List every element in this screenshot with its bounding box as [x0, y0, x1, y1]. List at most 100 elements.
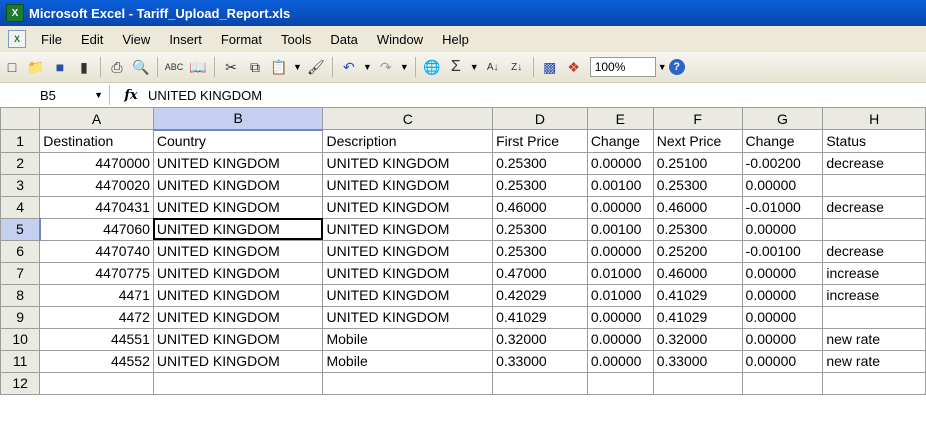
column-header-a[interactable]: A [39, 107, 154, 130]
cell[interactable] [822, 371, 926, 395]
cell[interactable]: 0.00000 [586, 239, 654, 263]
cell[interactable]: 4470775 [39, 261, 154, 285]
cell[interactable]: 44552 [39, 349, 154, 373]
chevron-down-icon[interactable]: ▼ [94, 90, 103, 100]
column-header-d[interactable]: D [492, 107, 588, 130]
select-all-corner[interactable] [0, 107, 41, 130]
menu-help[interactable]: Help [433, 32, 479, 47]
menu-insert[interactable]: Insert [160, 32, 212, 47]
paste-icon[interactable]: 📋 [268, 56, 290, 78]
research-icon[interactable]: 📖 [187, 56, 209, 78]
print-icon[interactable]: ⎙ [106, 56, 128, 78]
help-icon[interactable]: ? [668, 59, 685, 75]
cell[interactable]: UNITED KINGDOM [152, 261, 324, 285]
cell[interactable]: 0.41029 [652, 305, 743, 329]
cell[interactable]: 0.25300 [492, 239, 588, 263]
copy-icon[interactable]: ⧉ [244, 56, 266, 78]
menu-window[interactable]: Window [368, 32, 433, 47]
cell[interactable]: UNITED KINGDOM [322, 195, 494, 219]
cell[interactable]: UNITED KINGDOM [322, 239, 494, 263]
menu-view[interactable]: View [113, 32, 160, 47]
menu-file[interactable]: File [32, 32, 72, 47]
cell[interactable]: 0.33000 [652, 349, 743, 373]
cell[interactable]: increase [822, 283, 926, 307]
excel-app-icon[interactable]: X [6, 4, 24, 22]
cell[interactable]: Description [322, 129, 494, 153]
row-header[interactable]: 9 [0, 305, 41, 329]
row-header[interactable]: 11 [0, 349, 41, 373]
cell[interactable]: increase [822, 261, 926, 285]
cell[interactable]: UNITED KINGDOM [152, 349, 324, 373]
insert-function-icon[interactable]: fx [118, 88, 144, 103]
chevron-down-icon[interactable]: ▼ [470, 62, 479, 72]
save-icon[interactable]: ■ [49, 56, 71, 78]
cell[interactable]: decrease [822, 239, 926, 263]
autosum-icon[interactable]: Σ [445, 56, 467, 78]
row-header[interactable]: 4 [0, 195, 41, 219]
cell[interactable]: 0.00000 [586, 151, 654, 175]
cell[interactable]: 0.00000 [741, 173, 824, 197]
cell[interactable]: 0.25300 [652, 217, 743, 241]
menu-edit[interactable]: Edit [72, 32, 113, 47]
cell[interactable]: Destination [39, 129, 154, 153]
open-icon[interactable]: 📁 [25, 56, 47, 78]
format-painter-icon[interactable]: 🖌 [305, 56, 327, 78]
cell[interactable]: 4470000 [39, 151, 154, 175]
cell[interactable]: 0.00100 [586, 173, 654, 197]
row-header[interactable]: 1 [0, 129, 41, 153]
cell[interactable]: 0.00000 [741, 305, 824, 329]
cell[interactable] [152, 371, 324, 395]
cell[interactable] [39, 371, 154, 395]
cell[interactable]: 0.00000 [741, 261, 824, 285]
column-header-b[interactable]: B [152, 107, 324, 131]
cell[interactable]: 0.25200 [652, 239, 743, 263]
cell[interactable]: 0.25300 [492, 173, 588, 197]
chevron-down-icon[interactable]: ▼ [293, 62, 302, 72]
cell[interactable]: 0.00000 [586, 327, 654, 351]
cell[interactable]: UNITED KINGDOM [152, 327, 324, 351]
cell[interactable]: UNITED KINGDOM [152, 305, 324, 329]
column-header-g[interactable]: G [741, 107, 824, 130]
formula-input[interactable]: UNITED KINGDOM [144, 88, 262, 103]
cell[interactable]: -0.01000 [741, 195, 824, 219]
print-preview-icon[interactable]: 🔍 [130, 56, 152, 78]
cell[interactable]: UNITED KINGDOM [152, 151, 324, 175]
cell[interactable]: UNITED KINGDOM [152, 239, 324, 263]
cell[interactable]: 0.00000 [741, 349, 824, 373]
cell[interactable]: -0.00100 [741, 239, 824, 263]
cell[interactable]: 0.25100 [652, 151, 743, 175]
cell[interactable] [322, 371, 494, 395]
cut-icon[interactable]: ✂ [220, 56, 242, 78]
row-header[interactable]: 3 [0, 173, 41, 197]
cell[interactable]: UNITED KINGDOM [322, 217, 494, 241]
cell[interactable]: 0.00000 [741, 327, 824, 351]
cell[interactable]: 0.00000 [586, 349, 654, 373]
cell[interactable]: 4470431 [39, 195, 154, 219]
sort-ascending-icon[interactable]: A↓ [482, 56, 504, 78]
document-icon[interactable]: X [8, 30, 26, 48]
row-header[interactable]: 2 [0, 151, 41, 175]
cell[interactable]: Country [152, 129, 324, 153]
zoom-select[interactable]: 100% [589, 57, 656, 77]
cell[interactable]: 0.25300 [652, 173, 743, 197]
cell[interactable]: decrease [822, 195, 926, 219]
cell[interactable]: Mobile [322, 327, 494, 351]
cell[interactable]: UNITED KINGDOM [322, 283, 494, 307]
cell[interactable]: Mobile [322, 349, 494, 373]
cell[interactable] [586, 371, 654, 395]
menu-format[interactable]: Format [212, 32, 272, 47]
cell[interactable]: 447060 [39, 217, 154, 241]
cell[interactable]: UNITED KINGDOM [322, 261, 494, 285]
cell[interactable]: Change [586, 129, 654, 153]
drawing-icon[interactable]: ❖ [563, 56, 585, 78]
cell[interactable]: 0.47000 [492, 261, 588, 285]
cell[interactable]: 0.00000 [586, 305, 654, 329]
cell[interactable]: 4472 [39, 305, 154, 329]
cell[interactable]: Next Price [652, 129, 743, 153]
row-header[interactable]: 5 [0, 217, 41, 241]
cell[interactable] [822, 217, 926, 241]
cell[interactable]: 0.00000 [586, 195, 654, 219]
row-header[interactable]: 12 [0, 371, 41, 395]
cell[interactable]: 44551 [39, 327, 154, 351]
cell[interactable]: new rate [822, 327, 926, 351]
